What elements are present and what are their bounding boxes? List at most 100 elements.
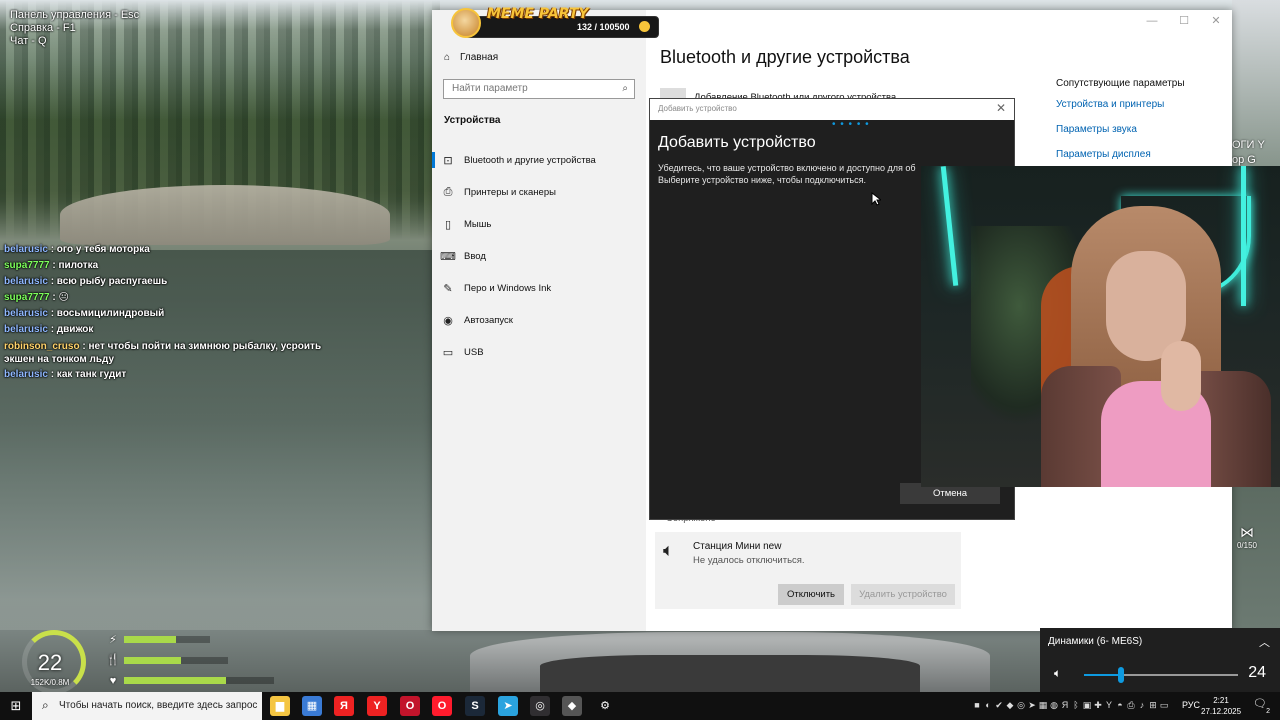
search-placeholder: Найти параметр — [452, 83, 528, 94]
clock-date: 27.12.2025 — [1201, 707, 1242, 716]
rock-scenery — [60, 185, 390, 245]
remove-device-button[interactable]: Удалить устройство — [851, 584, 955, 605]
chat-message: belarusic : движок — [4, 322, 334, 338]
volume-flyout: Динамики (6- ME6S) ︿ 🔈︎ 24 — [1040, 628, 1280, 692]
steam-icon[interactable]: S — [465, 696, 485, 716]
chat-message: supa7777 : 😐 — [4, 290, 334, 306]
close-button[interactable]: ✕ — [1200, 10, 1232, 32]
chat-text: : пилотка — [52, 260, 99, 271]
speaker-icon[interactable]: 🔈︎ — [1054, 666, 1061, 681]
sidebar-item-label: Bluetooth и другие устройства — [464, 154, 596, 166]
file-explorer-icon[interactable]: ▆ — [270, 696, 290, 716]
fish-icon: ⋈ — [1240, 524, 1254, 540]
link-sound-settings[interactable]: Параметры звука — [1056, 124, 1226, 135]
help-line-help: Справка - F1 — [10, 22, 76, 34]
chat-username: supa7777 — [4, 260, 50, 271]
search-icon: ⌕ — [42, 698, 49, 712]
yandex-icon[interactable]: Я — [334, 696, 354, 716]
sidebar-home[interactable]: ⌂ Главная — [444, 52, 498, 63]
opera-icon[interactable]: O — [432, 696, 452, 716]
tray-icon[interactable]: ◐ — [983, 699, 993, 711]
health-bar — [124, 677, 274, 684]
tray-icon[interactable]: ◓ — [1115, 699, 1125, 711]
link-display-settings[interactable]: Параметры дисплея — [1056, 149, 1226, 160]
taskbar-search[interactable]: ⌕ Чтобы начать поиск, введите здесь запр… — [32, 692, 262, 720]
player-level: 22 — [37, 650, 63, 675]
related-settings: Сопутствующие параметры Устройства и при… — [1056, 78, 1226, 174]
tray-icon[interactable]: Y — [1104, 699, 1114, 711]
tray-icon[interactable]: ✔ — [994, 699, 1004, 711]
chat-text: : движок — [50, 324, 94, 335]
tray-icon[interactable]: ▭ — [1159, 699, 1169, 711]
sidebar-item-autoplay[interactable]: ◉ Автозапуск — [432, 309, 646, 331]
tray-icon[interactable]: ⎙ — [1126, 699, 1136, 711]
tray-icon[interactable]: ✚ — [1093, 699, 1103, 711]
telegram-icon[interactable]: ➤ — [498, 696, 518, 716]
tray-icon[interactable]: ▦ — [1038, 699, 1048, 711]
link-devices-printers[interactable]: Устройства и принтеры — [1056, 99, 1226, 110]
energy-bar-fill — [124, 636, 176, 643]
chevron-up-icon[interactable]: ︿ — [1259, 634, 1270, 650]
tray-icon[interactable]: ♪ — [1137, 699, 1147, 711]
audio-device-label[interactable]: Динамики (6- ME6S) — [1048, 636, 1142, 647]
yandex-browser-icon[interactable]: Y — [367, 696, 387, 716]
disconnect-button[interactable]: Отключить — [778, 584, 844, 605]
sidebar-item-usb[interactable]: ▭ USB — [432, 341, 646, 363]
device-name: Станция Мини new — [693, 541, 782, 552]
chat-text: : 😐 — [52, 292, 69, 303]
sidebar-item-label: USB — [464, 346, 484, 358]
notification-button[interactable]: 🗨︎ 2 — [1250, 697, 1270, 715]
dialog-close-button[interactable]: ✕ — [996, 101, 1006, 115]
chat-text: : всю рыбу распугаешь — [50, 276, 168, 287]
tray-icon[interactable]: Я — [1060, 699, 1070, 711]
settings-icon[interactable]: ⚙ — [595, 696, 615, 716]
sidebar-item-pen[interactable]: ✎ Перо и Windows Ink — [432, 277, 646, 299]
sidebar-item-label: Принтеры и сканеры — [464, 186, 556, 198]
device-card[interactable]: 🔈︎ Станция Мини new Не удалось отключить… — [655, 532, 961, 609]
start-button[interactable]: ⊞ — [0, 692, 32, 720]
autoplay-icon: ◉ — [443, 314, 453, 327]
opera-gx-icon[interactable]: O — [400, 696, 420, 716]
meme-party-widget: MEME PARTY 132 / 100500 — [447, 6, 659, 40]
volume-slider[interactable] — [1084, 674, 1238, 676]
keyboard-icon: ⌨ — [440, 250, 456, 263]
tray-icon[interactable]: ■ — [972, 699, 982, 711]
sidebar-item-input[interactable]: ⌨ Ввод — [432, 245, 646, 267]
clock-time: 2:21 — [1213, 696, 1229, 705]
sidebar-item-label: Мышь — [464, 218, 492, 230]
sidebar-item-printers[interactable]: ⎙ Принтеры и сканеры — [432, 181, 646, 203]
sidebar-item-mouse[interactable]: ▯ Мышь — [432, 213, 646, 235]
chat-message: robinson_cruso : нет чтобы пойти на зимн… — [4, 340, 334, 366]
volume-slider-thumb[interactable] — [1117, 667, 1124, 683]
taskbar-clock[interactable]: 2:21 27.12.2025 — [1201, 695, 1241, 717]
chat-text: : как танк гудит — [50, 369, 127, 380]
dialog-window-title: Добавить устройство — [658, 104, 737, 113]
tray-icon[interactable]: ◍ — [1049, 699, 1059, 711]
chat-message: belarusic : ого у тебя моторка — [4, 242, 334, 258]
language-indicator[interactable]: РУС — [1182, 700, 1200, 710]
tray-icon[interactable]: ▣ — [1082, 699, 1092, 711]
store-icon[interactable]: ▦ — [302, 696, 322, 716]
settings-search-input[interactable]: Найти параметр ⌕ — [443, 79, 635, 99]
webcam-neon-light — [1241, 166, 1246, 306]
game-icon[interactable]: ◆ — [562, 696, 582, 716]
chat-username: belarusic — [4, 276, 48, 287]
page-title: Bluetooth и другие устройства — [660, 47, 910, 67]
sidebar-item-bluetooth[interactable]: ⊡ Bluetooth и другие устройства — [432, 149, 646, 171]
chat-username: robinson_cruso — [4, 341, 80, 352]
energy-bar — [124, 636, 210, 643]
tray-icon[interactable]: ᛒ — [1071, 699, 1081, 711]
window-controls: — ☐ ✕ — [1136, 10, 1232, 32]
minimize-button[interactable]: — — [1136, 10, 1168, 32]
chat-username: belarusic — [4, 308, 48, 319]
obs-icon[interactable]: ◎ — [530, 696, 550, 716]
taskbar-search-placeholder: Чтобы начать поиск, введите здесь запрос — [59, 700, 258, 711]
taskbar: ⊞ ⌕ Чтобы начать поиск, введите здесь за… — [0, 692, 1280, 720]
tray-icon[interactable]: ◆ — [1005, 699, 1015, 711]
device-status: Не удалось отключиться. — [693, 555, 805, 566]
tray-icon[interactable]: ➤ — [1027, 699, 1037, 711]
boat-interior — [540, 655, 920, 692]
tray-icon[interactable]: ◎ — [1016, 699, 1026, 711]
tray-icon[interactable]: ⊞ — [1148, 699, 1158, 711]
maximize-button[interactable]: ☐ — [1168, 10, 1200, 32]
